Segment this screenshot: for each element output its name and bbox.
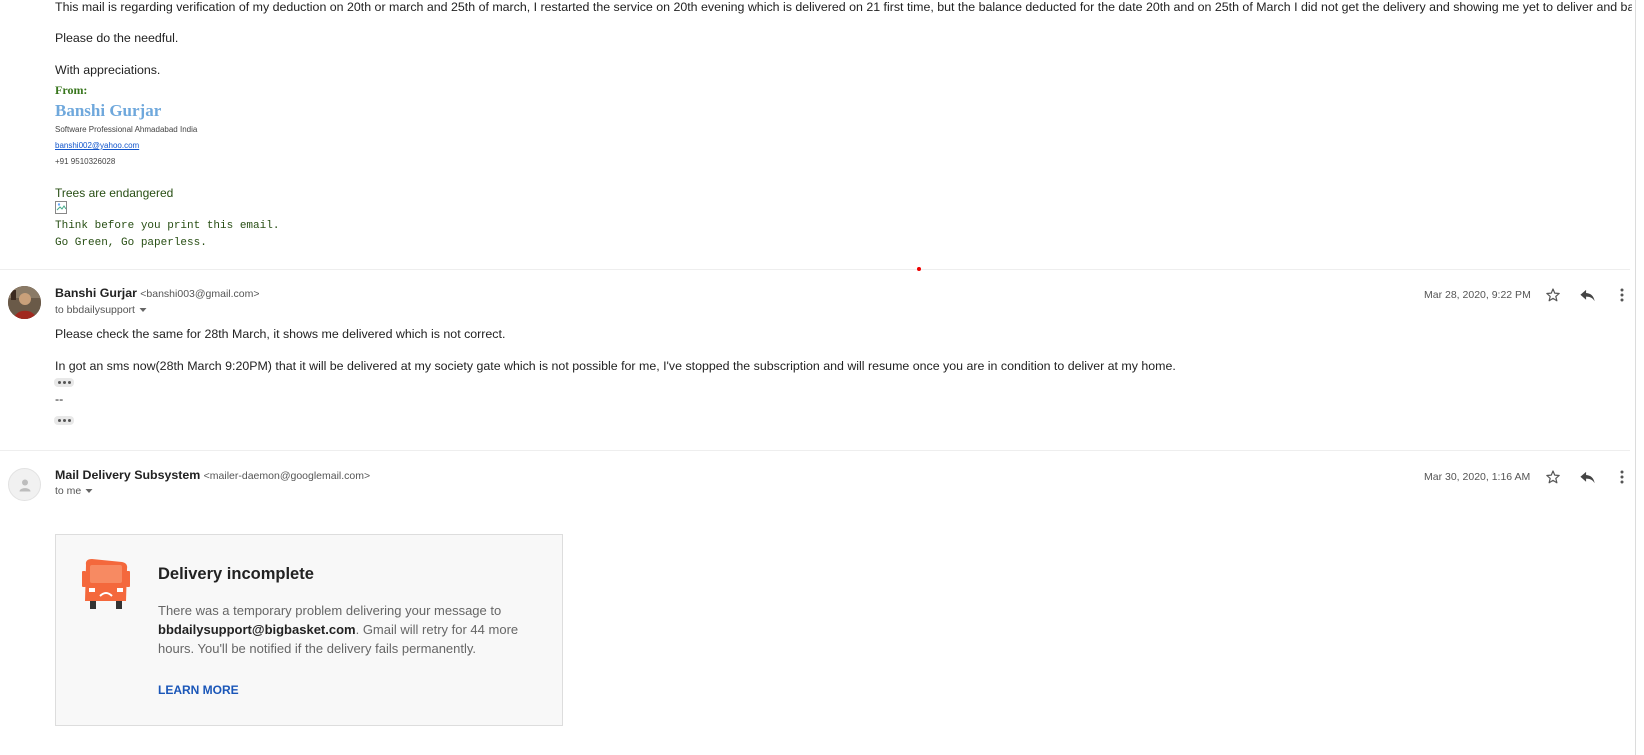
chevron-down-icon xyxy=(139,304,147,316)
message1-body-line2: Please do the needful. xyxy=(55,31,179,45)
sender-email: <banshi003@gmail.com> xyxy=(140,288,260,300)
scrollbar[interactable] xyxy=(1632,0,1644,755)
recipient-label: to me xyxy=(55,485,82,497)
learn-more-link[interactable]: LEARN MORE xyxy=(158,683,239,697)
message-divider xyxy=(0,269,1630,270)
signature-name: Banshi Gurjar xyxy=(55,101,162,120)
message-divider xyxy=(0,450,1630,451)
delivery-status-card: Delivery incomplete There was a temporar… xyxy=(55,534,563,726)
recipient-label: to bbdailysupport xyxy=(55,304,135,316)
reply-button[interactable] xyxy=(1577,285,1597,305)
broken-image-icon xyxy=(55,201,68,214)
recipient-details-toggle[interactable]: to me xyxy=(55,485,93,497)
show-trimmed-content-button[interactable] xyxy=(54,378,74,387)
reply-icon xyxy=(1579,289,1595,301)
scrollbar-track[interactable] xyxy=(1635,0,1636,755)
red-dot-marker xyxy=(917,267,921,271)
star-icon xyxy=(1546,288,1560,302)
more-vert-icon xyxy=(1620,288,1624,302)
avatar-placeholder-icon xyxy=(19,479,30,491)
message2-header: Banshi Gurjar <banshi003@gmail.com> xyxy=(55,286,260,300)
signature-dashes: -- xyxy=(55,392,64,406)
more-options-button[interactable] xyxy=(1612,467,1632,487)
recipient-details-toggle[interactable]: to bbdailysupport xyxy=(55,304,147,316)
message-date: Mar 28, 2020, 9:22 PM xyxy=(1424,289,1531,301)
message1-body-line3: With appreciations. xyxy=(55,63,161,77)
message1-body-line1: This mail is regarding verification of m… xyxy=(55,0,1644,14)
card-text-before: There was a temporary problem delivering… xyxy=(158,603,502,618)
reply-icon xyxy=(1579,471,1595,483)
signature-green-text: Go Green, Go paperless. xyxy=(55,237,207,249)
sender-email: <mailer-daemon@googlemail.com> xyxy=(203,470,371,482)
signature-email-link[interactable]: banshi002@yahoo.com xyxy=(55,141,139,150)
card-title: Delivery incomplete xyxy=(158,565,314,583)
star-icon xyxy=(1546,470,1560,484)
message3-header: Mail Delivery Subsystem <mailer-daemon@g… xyxy=(55,468,370,482)
signature-from-label: From: xyxy=(55,83,88,97)
sender-name[interactable]: Banshi Gurjar xyxy=(55,286,137,300)
more-options-button[interactable] xyxy=(1612,285,1632,305)
show-signature-button[interactable] xyxy=(54,416,74,425)
card-message: There was a temporary problem delivering… xyxy=(158,601,528,658)
truck-icon xyxy=(76,557,136,615)
message2-body-line2: In got an sms now(28th March 9:20PM) tha… xyxy=(55,359,1176,373)
sender-name[interactable]: Mail Delivery Subsystem xyxy=(55,468,200,482)
message-date: Mar 30, 2020, 1:16 AM xyxy=(1424,471,1531,483)
card-recipient: bbdailysupport@bigbasket.com xyxy=(158,622,356,637)
avatar[interactable] xyxy=(8,468,41,501)
star-button[interactable] xyxy=(1543,285,1563,305)
signature-title: Software Professional Ahmadabad India xyxy=(55,125,198,134)
signature-trees-text: Trees are endangered xyxy=(55,186,174,200)
chevron-down-icon xyxy=(85,485,93,497)
more-vert-icon xyxy=(1620,470,1624,484)
reply-button[interactable] xyxy=(1577,467,1597,487)
message2-body-line1: Please check the same for 28th March, it… xyxy=(55,327,506,341)
signature-phone: +91 9510326028 xyxy=(55,157,116,166)
signature-think-text: Think before you print this email. xyxy=(55,220,280,232)
star-button[interactable] xyxy=(1543,467,1563,487)
avatar[interactable] xyxy=(8,286,41,319)
